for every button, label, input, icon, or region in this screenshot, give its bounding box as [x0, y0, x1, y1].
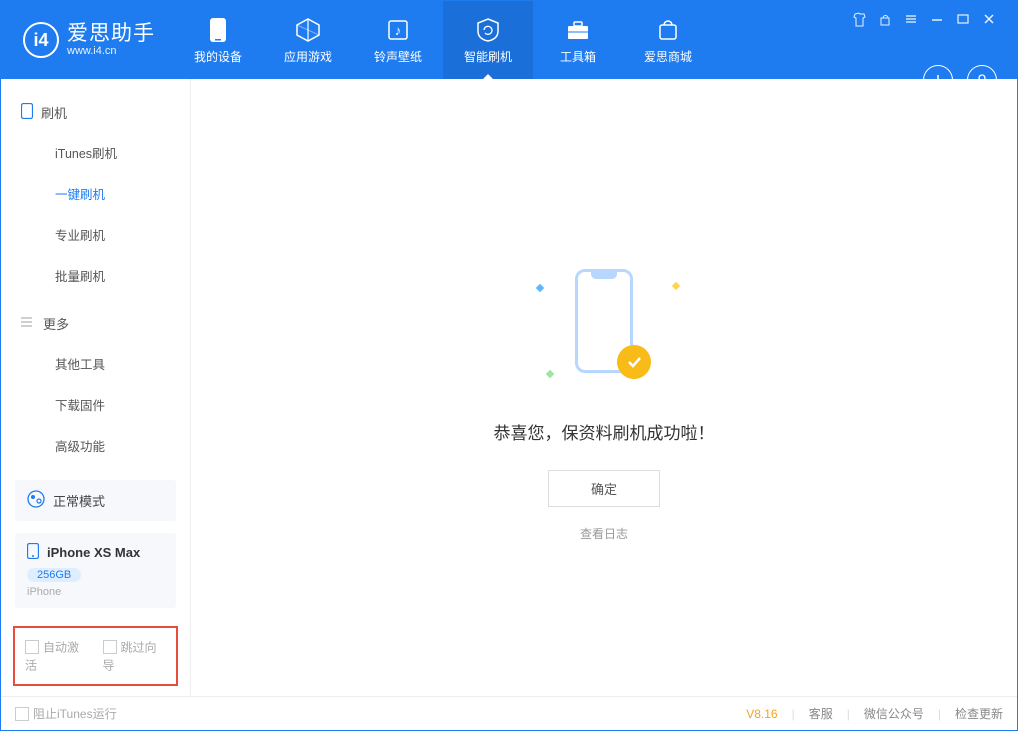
cube-icon — [295, 16, 321, 44]
logo-text: 爱思助手 www.i4.cn — [67, 23, 155, 57]
check-update-link[interactable]: 检查更新 — [955, 705, 1003, 722]
sidebar-item-download-fw[interactable]: 下载固件 — [1, 384, 190, 425]
mode-label: 正常模式 — [53, 491, 105, 510]
app-name: 爱思助手 — [67, 23, 155, 44]
main-panel: 恭喜您，保资料刷机成功啦！ 确定 查看日志 — [191, 79, 1017, 696]
body: 刷机 iTunes刷机 一键刷机 专业刷机 批量刷机 更多 其他工具 下载固件 … — [1, 79, 1017, 696]
app-url: www.i4.cn — [67, 46, 155, 57]
success-message: 恭喜您，保资料刷机成功啦！ — [494, 419, 715, 444]
sidebar-item-oneclick-flash[interactable]: 一键刷机 — [1, 173, 190, 214]
toolbox-icon — [565, 16, 591, 44]
svg-text:♪: ♪ — [395, 23, 402, 38]
version-label: V8.16 — [746, 707, 777, 721]
tab-flash[interactable]: 智能刷机 — [443, 1, 533, 79]
app-window: i4 爱思助手 www.i4.cn 我的设备 应用游戏 ♪ 铃声壁纸 智能刷机 — [0, 0, 1018, 731]
sidebar-item-pro-flash[interactable]: 专业刷机 — [1, 214, 190, 255]
sidebar-group-flash: 刷机 iTunes刷机 一键刷机 专业刷机 批量刷机 — [1, 93, 190, 296]
sidebar-item-other-tools[interactable]: 其他工具 — [1, 343, 190, 384]
phone-icon — [209, 16, 227, 44]
window-controls — [839, 1, 1009, 37]
phone-small-icon — [21, 103, 33, 122]
wechat-link[interactable]: 微信公众号 — [864, 705, 924, 722]
sidebar: 刷机 iTunes刷机 一键刷机 专业刷机 批量刷机 更多 其他工具 下载固件 … — [1, 79, 191, 696]
close-button[interactable] — [979, 9, 999, 29]
list-icon — [21, 316, 35, 331]
skip-guide-checkbox[interactable]: 跳过向导 — [103, 638, 167, 674]
maximize-button[interactable] — [953, 9, 973, 29]
tab-store[interactable]: 爱思商城 — [623, 1, 713, 79]
options-highlight: 自动激活 跳过向导 — [13, 626, 178, 686]
app-logo-icon: i4 — [23, 22, 59, 58]
group-title-more: 更多 — [1, 304, 190, 343]
minimize-button[interactable] — [927, 9, 947, 29]
titlebar: i4 爱思助手 www.i4.cn 我的设备 应用游戏 ♪ 铃声壁纸 智能刷机 — [1, 1, 1017, 79]
group-title-flash: 刷机 — [1, 93, 190, 132]
device-name: iPhone XS Max — [47, 545, 140, 560]
nav-tabs: 我的设备 应用游戏 ♪ 铃声壁纸 智能刷机 工具箱 爱思商城 — [173, 1, 713, 79]
music-icon: ♪ — [386, 16, 410, 44]
device-capacity: 256GB — [27, 568, 81, 582]
statusbar: 阻止iTunes运行 V8.16 | 客服 | 微信公众号 | 检查更新 — [1, 696, 1017, 730]
mode-card[interactable]: 正常模式 — [15, 480, 176, 521]
shirt-icon[interactable] — [849, 9, 869, 29]
ok-button[interactable]: 确定 — [548, 470, 660, 507]
menu-icon[interactable] — [901, 9, 921, 29]
sidebar-item-itunes-flash[interactable]: iTunes刷机 — [1, 132, 190, 173]
tab-my-device[interactable]: 我的设备 — [173, 1, 263, 79]
device-phone-icon — [27, 543, 39, 562]
sidebar-group-more: 更多 其他工具 下载固件 高级功能 — [1, 304, 190, 466]
stop-itunes-checkbox[interactable]: 阻止iTunes运行 — [15, 705, 117, 722]
tab-toolbox[interactable]: 工具箱 — [533, 1, 623, 79]
view-log-link[interactable]: 查看日志 — [580, 525, 628, 542]
tab-apps[interactable]: 应用游戏 — [263, 1, 353, 79]
lock-icon[interactable] — [875, 9, 895, 29]
sidebar-item-advanced[interactable]: 高级功能 — [1, 425, 190, 466]
sidebar-item-batch-flash[interactable]: 批量刷机 — [1, 255, 190, 296]
refresh-shield-icon — [475, 16, 501, 44]
support-link[interactable]: 客服 — [809, 705, 833, 722]
mode-icon — [27, 490, 45, 511]
device-card[interactable]: iPhone XS Max 256GB iPhone — [15, 533, 176, 608]
success-illustration — [529, 269, 679, 389]
auto-activate-checkbox[interactable]: 自动激活 — [25, 638, 89, 674]
bag-icon — [656, 16, 680, 44]
device-type: iPhone — [27, 586, 164, 598]
logo-area: i4 爱思助手 www.i4.cn — [1, 1, 173, 79]
check-badge-icon — [617, 345, 651, 379]
tab-ringtones[interactable]: ♪ 铃声壁纸 — [353, 1, 443, 79]
